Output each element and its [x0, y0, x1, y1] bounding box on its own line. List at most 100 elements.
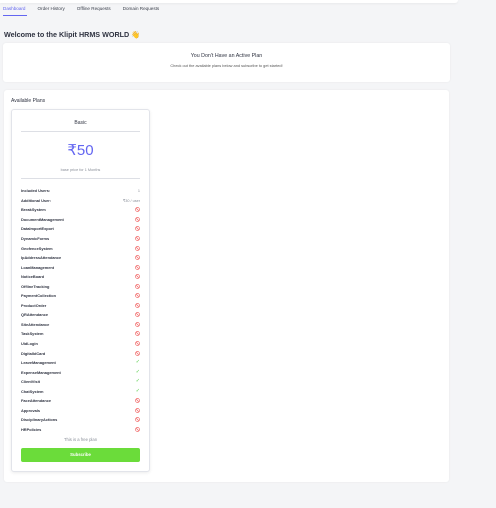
feature-row: IpAddressAttendance [21, 253, 140, 263]
section-title: Available Plans [11, 98, 46, 104]
feature-name: ClientVisit [21, 379, 40, 385]
tab-domain-requests[interactable]: Domain Requests [123, 4, 168, 16]
check-icon: ✓ [135, 359, 140, 366]
additional-user-label: Additional User: [21, 197, 52, 203]
notice-subtitle: Check out the available plans below and … [170, 63, 283, 68]
feature-row: ExpenseManagement ✓ [21, 367, 140, 377]
ban-icon [134, 312, 140, 318]
feature-name: QRAttendance [21, 312, 49, 318]
ban-icon [134, 350, 140, 356]
ban-icon [134, 226, 140, 232]
feature-name: NoticeBoard [21, 274, 45, 280]
divider [21, 131, 140, 132]
feature-name: PaymentCollection [21, 293, 57, 299]
price-note: base price for 1 Months [60, 168, 101, 172]
feature-row: DisciplinaryActions [21, 415, 140, 425]
ban-icon [134, 398, 140, 404]
welcome-text: Welcome to the Klipit HRMS WORLD [4, 30, 130, 39]
tab-dashboard[interactable]: Dashboard [3, 4, 33, 16]
ban-icon [134, 407, 140, 413]
check-icon: ✓ [135, 368, 140, 375]
feature-row: QRAttendance [21, 310, 140, 320]
feature-row: NoticeBoard [21, 272, 140, 282]
ban-icon [134, 302, 140, 308]
feature-name: UidLogin [21, 341, 38, 347]
plan-name: Basic [74, 120, 87, 126]
feature-name: DataImportExport [21, 226, 54, 232]
feature-row: TaskSystem [21, 329, 140, 339]
feature-name: DynamicForms [21, 236, 50, 241]
feature-name: IpAddressAttendance [21, 255, 62, 261]
feature-row: HRPolicies [21, 425, 140, 435]
notice-title: You Don't Have an Active Plan [190, 53, 263, 59]
additional-user-value: ₹30 / user [122, 198, 140, 203]
feature-row: FaceAttendance [21, 396, 140, 406]
ban-icon [134, 217, 140, 222]
ban-icon [134, 283, 140, 289]
ban-icon [134, 293, 140, 299]
feature-name: FaceAttendance [21, 398, 52, 404]
ban-icon [134, 236, 140, 241]
ban-icon [134, 245, 140, 251]
feature-name: DocumentManagement [21, 216, 64, 222]
feature-name: GeofenceSystem [21, 245, 53, 251]
feature-list: Included Users: 1 Additional User: ₹30 /… [21, 186, 140, 434]
feature-name: ChatSystem [21, 388, 44, 394]
included-users-label: Included Users: [21, 188, 51, 194]
included-users-row: Included Users: 1 [21, 186, 140, 196]
subscribe-button[interactable]: Subscribe [21, 448, 140, 462]
feature-row: LeaveManagement ✓ [21, 358, 140, 368]
feature-name: DigitalIdCard [21, 350, 46, 356]
ban-icon [134, 255, 140, 260]
feature-row: DataImportExport [21, 224, 140, 234]
feature-name: LoanManagement [21, 264, 55, 270]
feature-row: SiteAttendance [21, 320, 140, 330]
feature-name: Approvals [21, 407, 41, 413]
feature-row: ClientVisit ✓ [21, 377, 140, 387]
no-plan-notice: You Don't Have an Active Plan Check out … [3, 43, 450, 82]
feature-row: PaymentCollection [21, 291, 140, 301]
feature-name: HRPolicies [21, 426, 42, 432]
additional-user-row: Additional User: ₹30 / user [21, 196, 140, 206]
feature-row: ProductOrder [21, 301, 140, 311]
feature-name: SiteAttendance [21, 321, 50, 327]
feature-row: Approvals [21, 406, 140, 416]
waving-hand-icon: 👋 [131, 30, 141, 39]
feature-name: LeaveManagement [21, 360, 56, 366]
top-bar [0, 0, 458, 3]
divider [21, 178, 140, 179]
ban-icon [134, 341, 140, 346]
feature-name: TaskSystem [21, 331, 44, 337]
feature-name: OfflineTracking [21, 283, 50, 289]
ban-icon [134, 207, 140, 213]
feature-name: BreakSystem [21, 207, 46, 213]
check-icon: ✓ [135, 387, 140, 394]
feature-row: DigitalIdCard [21, 348, 140, 358]
check-icon: ✓ [135, 378, 140, 385]
nav-tabs: Dashboard Order History Offline Requests… [3, 4, 171, 16]
feature-row: DocumentManagement [21, 215, 140, 225]
feature-row: BreakSystem [21, 205, 140, 215]
feature-row: GeofenceSystem [21, 243, 140, 253]
page-title: Welcome to the Klipit HRMS WORLD 👋 [4, 30, 140, 39]
feature-name: DisciplinaryActions [21, 417, 58, 423]
feature-name: ExpenseManagement [21, 369, 61, 375]
feature-name: ProductOrder [21, 302, 47, 308]
feature-row: UidLogin [21, 339, 140, 349]
ban-icon [134, 417, 140, 423]
ban-icon [134, 427, 140, 432]
feature-row: DynamicForms [21, 234, 140, 244]
ban-icon [134, 264, 140, 270]
feature-row: OfflineTracking [21, 281, 140, 291]
ban-icon [134, 322, 140, 327]
plan-card-basic: Basic ₹50 base price for 1 Months Includ… [11, 109, 150, 472]
ban-icon [134, 331, 140, 337]
tab-order-history[interactable]: Order History [37, 4, 72, 16]
feature-row: LoanManagement [21, 262, 140, 272]
available-plans-section: Available Plans Basic ₹50 base price for… [4, 90, 449, 482]
included-users-value: 1 [137, 188, 140, 193]
tab-offline-requests[interactable]: Offline Requests [77, 4, 119, 16]
free-plan-note: This is a free plan [63, 437, 98, 442]
plan-price: ₹50 [67, 142, 94, 159]
feature-row: ChatSystem ✓ [21, 386, 140, 396]
